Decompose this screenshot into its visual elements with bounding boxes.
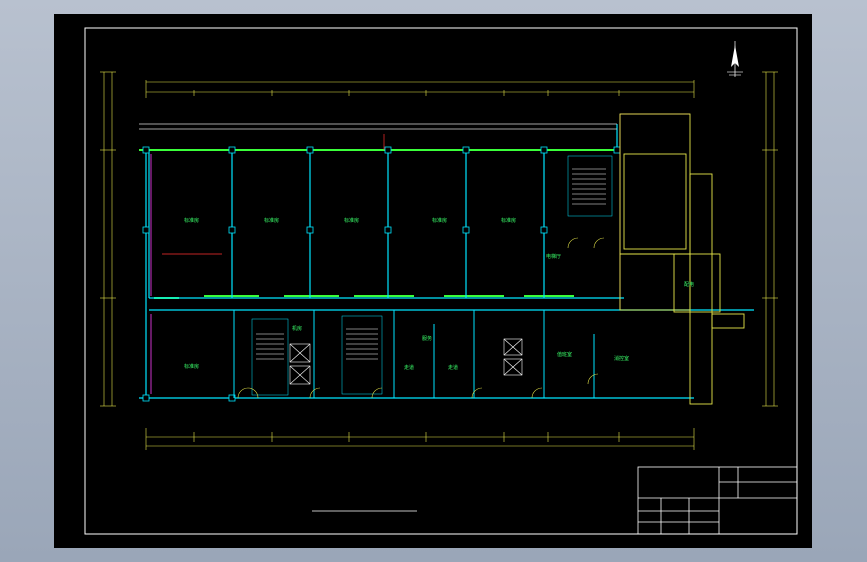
columns (142, 146, 621, 402)
label-mech: 机房 (292, 325, 302, 332)
room-label-1: 标准房 (184, 217, 199, 224)
doors (237, 237, 605, 399)
elevators (289, 338, 523, 385)
bottom-dimensions (145, 428, 695, 450)
label-corridor-b: 走道 (448, 364, 458, 371)
room-label-left-lower: 标准房 (184, 363, 199, 370)
left-dimensions (100, 71, 116, 407)
eave-lines (139, 123, 617, 130)
north-arrow-icon (727, 41, 743, 77)
accent-red (162, 134, 385, 255)
label-office: 值班室 (557, 351, 572, 358)
label-right-small: 配电 (684, 281, 694, 288)
floor-plan-drawing: 标准房 标准房 标准房 标准房 标准房 标准房 走道 走道 服务 机房 消控室 … (84, 27, 798, 535)
room-label-4: 标准房 (432, 217, 447, 224)
label-service: 服务 (422, 335, 432, 342)
label-right-room: 消控室 (614, 355, 629, 362)
partition-walls (148, 150, 754, 311)
top-dimensions (145, 80, 695, 98)
label-corridor-a: 走道 (404, 364, 414, 371)
room-label-2: 标准房 (264, 217, 279, 224)
title-block (637, 466, 798, 535)
label-lift: 电梯厅 (546, 253, 561, 260)
outer-walls (139, 124, 694, 399)
stair-left (251, 318, 289, 396)
room-label-3: 标准房 (344, 217, 359, 224)
stair-center (341, 315, 383, 395)
room-label-5: 标准房 (501, 217, 516, 224)
cad-viewport[interactable]: 标准房 标准房 标准房 标准房 标准房 标准房 走道 走道 服务 机房 消控室 … (54, 14, 812, 548)
right-block (619, 113, 745, 405)
right-dimensions (762, 71, 778, 407)
stair-right (567, 155, 613, 217)
